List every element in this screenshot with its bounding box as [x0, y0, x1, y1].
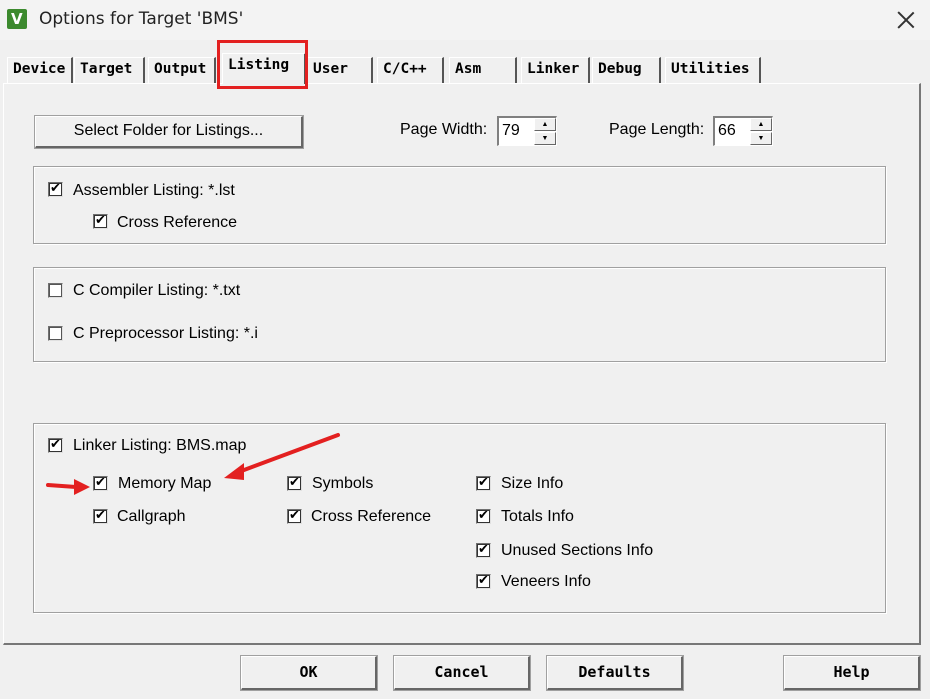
title-bar: V Options for Target 'BMS' — [0, 0, 930, 40]
c-compiler-listing-checkbox[interactable] — [48, 283, 63, 298]
assembler-listing-checkbox[interactable]: ✔ — [48, 181, 63, 197]
page-width-up-icon[interactable]: ▲ — [534, 118, 556, 131]
page-length-stepper[interactable]: 66 ▲ ▼ — [713, 116, 773, 146]
unused-sections-info-label: Unused Sections Info — [501, 542, 654, 559]
app-icon: V — [7, 9, 27, 29]
tab-output[interactable]: Output — [148, 57, 216, 83]
veneers-info-checkbox[interactable]: ✔ — [476, 573, 491, 589]
page-width-stepper[interactable]: 79 ▲ ▼ — [497, 116, 557, 146]
annotation-arrows — [46, 433, 340, 495]
tab-user[interactable]: User — [307, 57, 373, 83]
page-width-value[interactable]: 79 — [502, 122, 520, 140]
size-info-checkbox[interactable]: ✔ — [476, 475, 491, 491]
tab-utilities[interactable]: Utilities — [665, 57, 761, 83]
assembler-cross-reference-checkbox[interactable]: ✔ — [93, 213, 108, 229]
close-icon[interactable] — [892, 6, 920, 34]
veneers-info-label: Veneers Info — [501, 573, 591, 590]
page-length-up-icon[interactable]: ▲ — [750, 118, 772, 131]
page-length-value[interactable]: 66 — [718, 122, 736, 140]
page-width-label: Page Width: — [400, 121, 488, 138]
unused-sections-info-checkbox[interactable]: ✔ — [476, 542, 491, 558]
tab-linker[interactable]: Linker — [521, 57, 590, 83]
tab-c-cpp[interactable]: C/C++ — [377, 57, 444, 83]
tab-target[interactable]: Target — [74, 57, 145, 83]
page-length-down-icon[interactable]: ▼ — [750, 132, 772, 145]
c-compiler-listing-label: C Compiler Listing: *.txt — [73, 282, 241, 299]
ok-button[interactable]: OK — [240, 655, 378, 691]
size-info-label: Size Info — [501, 475, 564, 492]
c-preprocessor-listing-label: C Preprocessor Listing: *.i — [73, 325, 258, 342]
totals-info-label: Totals Info — [501, 508, 574, 525]
assembler-listing-label: Assembler Listing: *.lst — [73, 182, 235, 199]
cancel-button[interactable]: Cancel — [393, 655, 531, 691]
totals-info-checkbox[interactable]: ✔ — [476, 508, 491, 524]
select-folder-button[interactable]: Select Folder for Listings... — [34, 115, 304, 149]
window-title: Options for Target 'BMS' — [39, 9, 244, 29]
linker-cross-reference-checkbox[interactable]: ✔ — [287, 508, 302, 524]
c-preprocessor-listing-checkbox[interactable] — [48, 326, 63, 341]
page-length-label: Page Length: — [609, 121, 705, 138]
annotation-arrow-head-left — [74, 479, 90, 495]
tab-device[interactable]: Device — [7, 57, 73, 83]
defaults-button[interactable]: Defaults — [546, 655, 684, 691]
annotation-arrow-head-right — [224, 463, 244, 480]
tab-asm[interactable]: Asm — [449, 57, 517, 83]
page-width-down-icon[interactable]: ▼ — [534, 132, 556, 145]
app-icon-letter: V — [11, 10, 23, 28]
linker-cross-reference-label: Cross Reference — [311, 508, 432, 525]
callgraph-label: Callgraph — [117, 508, 186, 525]
listing-tab-highlight — [217, 40, 308, 89]
help-button[interactable]: Help — [783, 655, 921, 691]
assembler-group — [33, 166, 886, 244]
callgraph-checkbox[interactable]: ✔ — [93, 508, 108, 524]
assembler-cross-reference-label: Cross Reference — [117, 214, 238, 231]
tab-debug[interactable]: Debug — [592, 57, 661, 83]
